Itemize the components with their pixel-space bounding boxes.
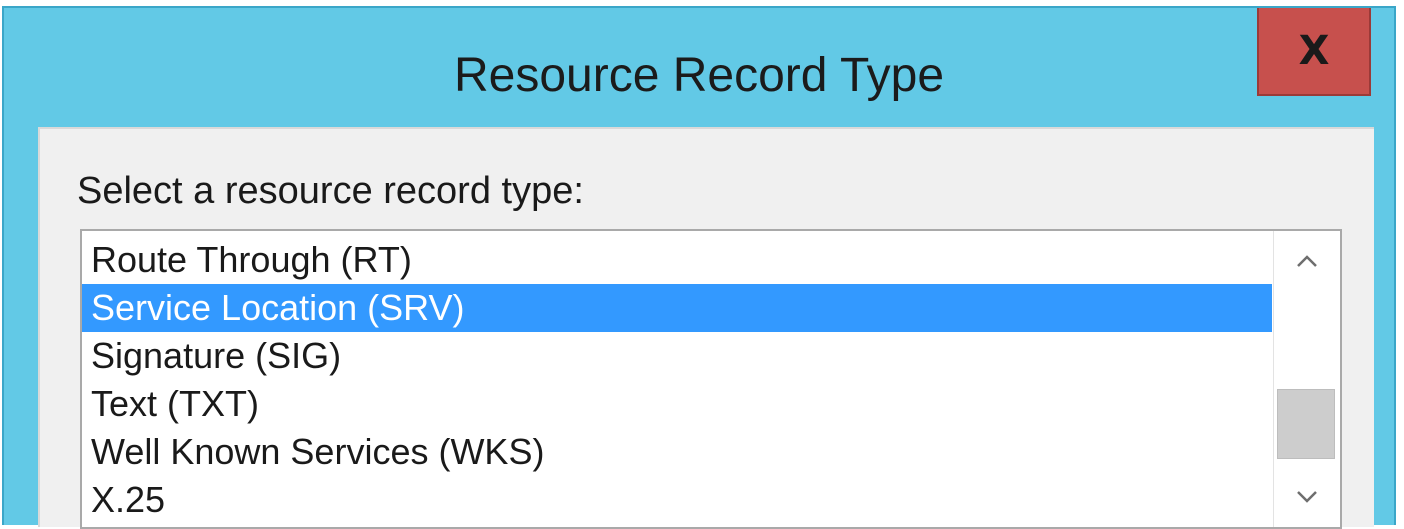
dialog-title: Resource Record Type (453, 49, 945, 102)
close-icon: X (1298, 28, 1330, 74)
record-type-list: Route Through (RT) Service Location (SRV… (82, 236, 1272, 524)
list-item-wks[interactable]: Well Known Services (WKS) (82, 428, 1272, 476)
record-type-listbox[interactable]: Route Through (RT) Service Location (SRV… (80, 229, 1342, 529)
chevron-up-icon (1297, 255, 1317, 267)
scroll-thumb[interactable] (1277, 389, 1335, 459)
chevron-down-icon (1297, 491, 1317, 503)
list-item-x25[interactable]: X.25 (82, 476, 1272, 524)
resource-record-type-dialog: Resource Record Type X Select a resource… (2, 6, 1396, 529)
list-item-rt[interactable]: Route Through (RT) (82, 236, 1272, 284)
close-button[interactable]: X (1257, 8, 1371, 96)
scroll-up-button[interactable] (1274, 231, 1340, 291)
list-item-sig[interactable]: Signature (SIG) (82, 332, 1272, 380)
list-item-txt[interactable]: Text (TXT) (82, 380, 1272, 428)
list-item-srv[interactable]: Service Location (SRV) (82, 284, 1272, 332)
dialog-body: Select a resource record type: Route Thr… (38, 127, 1374, 529)
scroll-down-button[interactable] (1274, 467, 1340, 527)
vertical-scrollbar[interactable] (1273, 231, 1340, 527)
select-record-type-label: Select a resource record type: (77, 170, 584, 212)
